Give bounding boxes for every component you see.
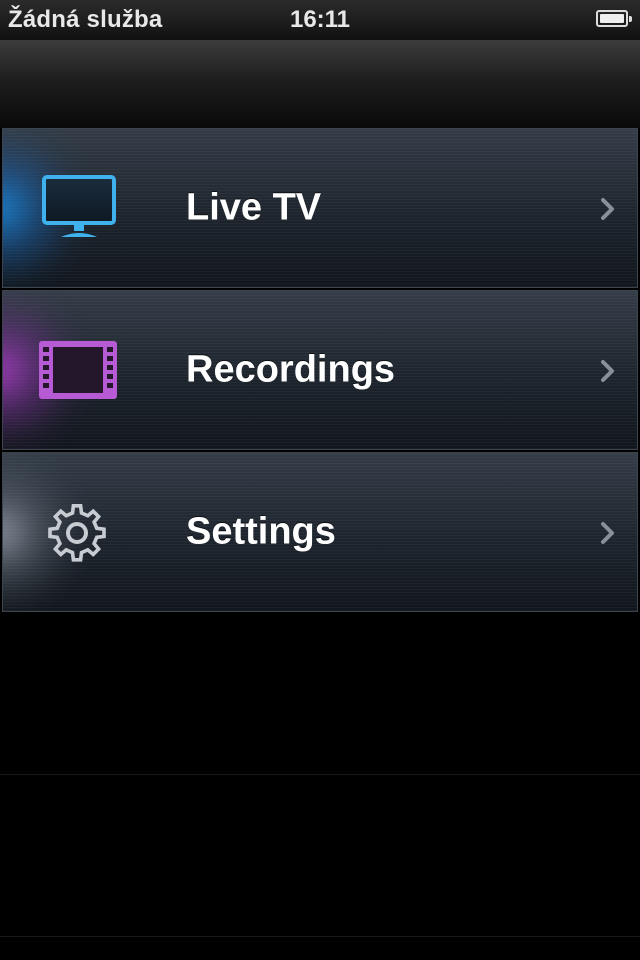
menu-item-label: Live TV [186, 186, 322, 229]
film-strip-icon [39, 341, 117, 399]
battery-icon [596, 10, 632, 27]
menu-item-label: Settings [186, 510, 336, 553]
main-menu: Live TV Recordings Settings [0, 128, 640, 614]
divider [0, 936, 640, 937]
navigation-bar [0, 40, 640, 128]
status-bar: Žádná služba 16:11 [0, 0, 640, 40]
menu-item-label: Recordings [186, 348, 396, 391]
tv-monitor-icon [42, 175, 116, 237]
divider [0, 774, 640, 775]
chevron-right-icon [601, 198, 614, 220]
gear-icon [48, 503, 106, 562]
chevron-right-icon [601, 360, 614, 382]
battery-fill [600, 14, 624, 23]
app-screen: Žádná služba 16:11 Live TV Recordings Se… [0, 0, 640, 960]
chevron-right-icon [601, 522, 614, 544]
menu-item-live-tv[interactable]: Live TV [2, 128, 638, 288]
menu-item-settings[interactable]: Settings [2, 452, 638, 612]
menu-item-recordings[interactable]: Recordings [2, 290, 638, 450]
clock: 16:11 [289, 6, 351, 33]
